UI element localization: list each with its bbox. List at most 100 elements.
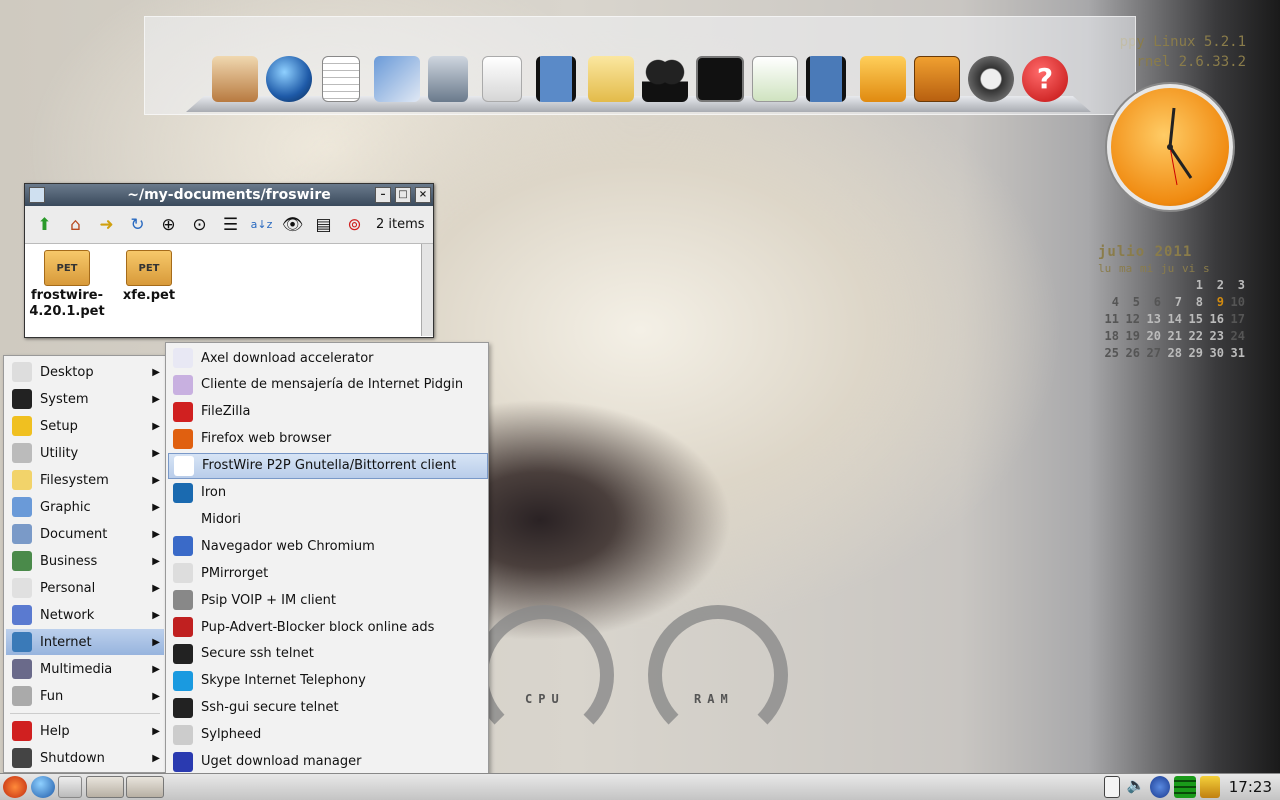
calendar-day[interactable]: [1098, 278, 1119, 292]
calendar-day[interactable]: 24: [1224, 329, 1245, 343]
calendar-day[interactable]: 5: [1119, 295, 1140, 309]
calendar-day[interactable]: 21: [1161, 329, 1182, 343]
calendar-day[interactable]: 3: [1224, 278, 1245, 292]
menu-item-help[interactable]: Help ▶: [6, 718, 164, 744]
calendar-day[interactable]: 16: [1203, 312, 1224, 326]
submenu-item[interactable]: Psip VOIP + IM client: [168, 587, 488, 613]
menu-item-personal[interactable]: Personal ▶: [6, 575, 164, 601]
calendar-day[interactable]: 7: [1161, 295, 1182, 309]
menu-item-multimedia[interactable]: Multimedia ▶: [6, 656, 164, 682]
calendar-day[interactable]: 25: [1098, 346, 1119, 360]
film-icon[interactable]: [536, 56, 576, 102]
menu-item-utility[interactable]: Utility ▶: [6, 440, 164, 466]
volume-icon[interactable]: 🔈: [1126, 776, 1146, 798]
submenu-item[interactable]: Firefox web browser: [168, 426, 488, 452]
spreadsheet-icon[interactable]: [322, 56, 360, 102]
calendar-day[interactable]: 30: [1203, 346, 1224, 360]
calendar-day[interactable]: 4: [1098, 295, 1119, 309]
submenu-item[interactable]: Axel download accelerator: [168, 345, 488, 371]
power-icon[interactable]: [968, 56, 1014, 102]
calendar-day[interactable]: 22: [1182, 329, 1203, 343]
globe-icon[interactable]: [266, 56, 312, 102]
start-menu-icon[interactable]: [3, 776, 27, 798]
help-icon[interactable]: ?: [1022, 56, 1068, 102]
list-view-icon[interactable]: ☰: [217, 211, 244, 238]
window-menu-icon[interactable]: [29, 187, 45, 203]
video-icon[interactable]: [806, 56, 846, 102]
calendar-day[interactable]: 12: [1119, 312, 1140, 326]
calendar-day[interactable]: 2: [1203, 278, 1224, 292]
refresh-icon[interactable]: ↻: [124, 211, 151, 238]
calendar-day[interactable]: 27: [1140, 346, 1161, 360]
go-up-icon[interactable]: ⬆: [31, 211, 58, 238]
hidden-files-icon[interactable]: 👁: [279, 211, 306, 238]
calendar-day[interactable]: 23: [1203, 329, 1224, 343]
calendar-day[interactable]: 19: [1119, 329, 1140, 343]
battery-icon[interactable]: [1104, 776, 1120, 798]
menu-item-document[interactable]: Document ▶: [6, 521, 164, 547]
users-icon[interactable]: [642, 56, 688, 102]
menu-item-system[interactable]: System ▶: [6, 386, 164, 412]
draw-icon[interactable]: [374, 56, 420, 102]
menu-item-desktop[interactable]: Desktop ▶: [6, 359, 164, 385]
calendar-day[interactable]: 20: [1140, 329, 1161, 343]
menu-item-graphic[interactable]: Graphic ▶: [6, 494, 164, 520]
warning-icon[interactable]: [1200, 776, 1220, 798]
menu-item-internet[interactable]: Internet ▶: [6, 629, 164, 655]
calendar-day[interactable]: 18: [1098, 329, 1119, 343]
submenu-item[interactable]: PMirrorget: [168, 560, 488, 586]
menu-item-fun[interactable]: Fun ▶: [6, 683, 164, 709]
calendar-day[interactable]: 31: [1224, 346, 1245, 360]
calendar-day[interactable]: [1161, 278, 1182, 292]
home-icon[interactable]: ⌂: [62, 211, 89, 238]
folder-icon[interactable]: [588, 56, 634, 102]
maximize-button[interactable]: □: [395, 187, 411, 203]
zoom-in-icon[interactable]: ⊕: [155, 211, 182, 238]
menu-item-filesystem[interactable]: Filesystem ▶: [6, 467, 164, 493]
calendar-day[interactable]: [1119, 278, 1140, 292]
calendar-day[interactable]: 26: [1119, 346, 1140, 360]
vertical-scrollbar[interactable]: [421, 244, 433, 336]
package-box-icon[interactable]: [860, 56, 906, 102]
submenu-item[interactable]: Uget download manager: [168, 749, 488, 775]
close-button[interactable]: ×: [415, 187, 431, 203]
calendar-day[interactable]: 14: [1161, 312, 1182, 326]
submenu-item[interactable]: Skype Internet Telephony: [168, 668, 488, 694]
calendar-day[interactable]: 13: [1140, 312, 1161, 326]
toolbox-icon[interactable]: [914, 56, 960, 102]
calendar-day[interactable]: 6: [1140, 295, 1161, 309]
lifebuoy-help-icon[interactable]: ⊚: [341, 211, 368, 238]
minimize-button[interactable]: –: [375, 187, 391, 203]
desktop-2-thumbnail[interactable]: [126, 776, 164, 798]
sort-icon[interactable]: a↓z: [248, 211, 275, 238]
calendar-day[interactable]: 28: [1161, 346, 1182, 360]
edit-document-icon[interactable]: [752, 56, 798, 102]
submenu-item[interactable]: FileZilla: [168, 399, 488, 425]
drive-icon[interactable]: [482, 56, 522, 102]
editor-icon[interactable]: [58, 776, 82, 798]
submenu-item[interactable]: Cliente de mensajería de Internet Pidgin: [168, 372, 488, 398]
menu-item-shutdown[interactable]: Shutdown ▶: [6, 745, 164, 771]
file-item[interactable]: PET frostwire- 4.20.1.pet: [23, 250, 111, 320]
calendar-day[interactable]: 9: [1203, 295, 1224, 309]
detail-view-icon[interactable]: ▤: [310, 211, 337, 238]
calendar-day[interactable]: 15: [1182, 312, 1203, 326]
paint-bucket-icon[interactable]: [428, 56, 468, 102]
menu-item-setup[interactable]: Setup ▶: [6, 413, 164, 439]
calendar-day[interactable]: 11: [1098, 312, 1119, 326]
window-titlebar[interactable]: ~/my-documents/froswire – □ ×: [25, 184, 433, 206]
file-item[interactable]: PET xfe.pet: [105, 250, 193, 304]
home-icon[interactable]: [212, 56, 258, 102]
submenu-item[interactable]: Iron: [168, 480, 488, 506]
submenu-item[interactable]: Navegador web Chromium: [168, 533, 488, 559]
menu-item-business[interactable]: Business ▶: [6, 548, 164, 574]
desktop-1-thumbnail[interactable]: [86, 776, 124, 798]
calendar-day[interactable]: 17: [1224, 312, 1245, 326]
calendar-day[interactable]: 1: [1182, 278, 1203, 292]
taskbar-clock[interactable]: 17:23: [1229, 778, 1272, 796]
submenu-item[interactable]: Midori: [168, 506, 488, 532]
submenu-item[interactable]: Secure ssh telnet: [168, 641, 488, 667]
calendar-day[interactable]: 8: [1182, 295, 1203, 309]
network-icon[interactable]: [1150, 776, 1170, 798]
calendar-day[interactable]: [1140, 278, 1161, 292]
